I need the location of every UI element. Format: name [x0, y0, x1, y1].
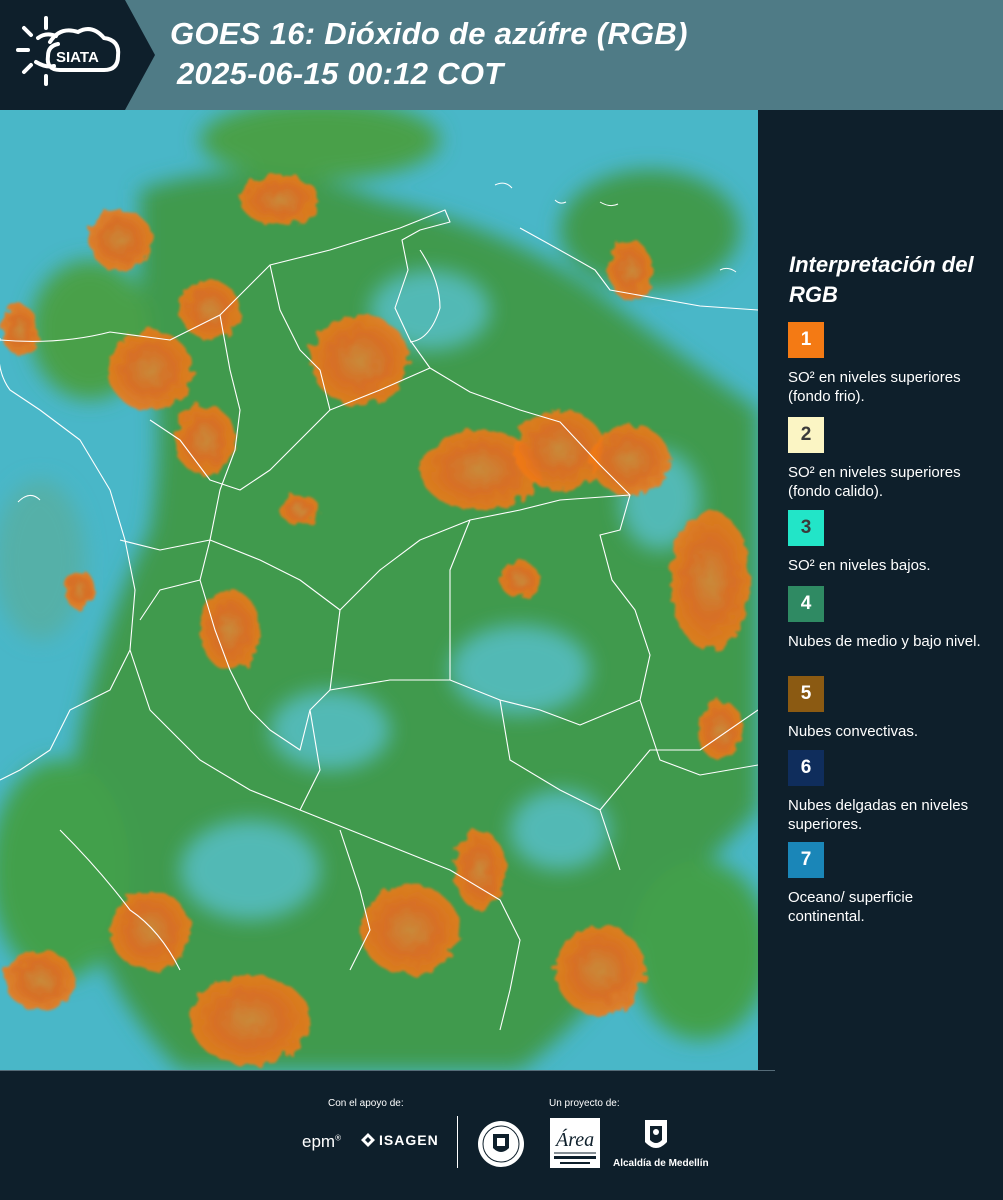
alcaldia-text: Alcaldía de Medellín	[613, 1158, 709, 1169]
legend-swatch: 2	[788, 417, 824, 453]
svg-text:Área: Área	[554, 1128, 594, 1151]
legend-panel: Interpretación del RGB 1 SO² en niveles …	[758, 110, 1003, 1070]
epm-logo-text: epm	[302, 1132, 336, 1151]
legend-swatch: 6	[788, 750, 824, 786]
isagen-mark-icon	[361, 1133, 375, 1147]
legend-swatch: 7	[788, 842, 824, 878]
isagen-logo: ISAGEN	[360, 1132, 439, 1148]
siata-logo: SIATA	[16, 16, 121, 86]
satellite-map[interactable]	[0, 110, 758, 1070]
legend-swatch: 5	[788, 676, 824, 712]
legend-title: Interpretación del RGB	[789, 252, 974, 307]
header-bar: SIATA GOES 16: Dióxido de azúfre (RGB) 2…	[0, 0, 1003, 110]
map-canvas	[0, 110, 758, 1070]
project-caption: Un proyecto de:	[549, 1098, 620, 1109]
legend-swatch: 4	[788, 586, 824, 622]
legend-label: SO² en niveles superiores (fondo frio).	[788, 369, 961, 405]
timestamp: 2025-06-15 00:12 COT	[177, 56, 504, 91]
epm-logo: epm®	[302, 1132, 341, 1151]
page-title: GOES 16: Dióxido de azúfre (RGB)	[170, 16, 688, 51]
footer-divider-line	[0, 1070, 775, 1071]
legend-label: SO² en niveles bajos.	[788, 557, 931, 574]
support-caption: Con el apoyo de:	[328, 1098, 404, 1109]
legend-label: Oceano/ superficie continental.	[788, 889, 914, 925]
page: SIATA GOES 16: Dióxido de azúfre (RGB) 2…	[0, 0, 1003, 1200]
footer: Con el apoyo de: Un proyecto de: epm® IS…	[0, 1070, 1003, 1200]
logo-block: SIATA	[0, 0, 155, 110]
alcaldia-shield-logo	[645, 1120, 667, 1148]
isagen-logo-text: ISAGEN	[379, 1132, 439, 1148]
legend-swatch: 3	[788, 510, 824, 546]
footer-separator	[457, 1116, 458, 1168]
siata-logo-text: SIATA	[56, 49, 99, 66]
legend-label: Nubes delgadas en niveles superiores.	[788, 797, 969, 833]
legend-label: Nubes convectivas.	[788, 723, 919, 740]
legend-swatch: 1	[788, 322, 824, 358]
area-metropolitana-logo: Área	[550, 1118, 600, 1168]
legend-label: Nubes de medio y bajo nivel.	[788, 633, 981, 650]
university-seal-logo	[478, 1121, 524, 1167]
legend-label: SO² en niveles superiores (fondo calido)…	[788, 464, 961, 500]
